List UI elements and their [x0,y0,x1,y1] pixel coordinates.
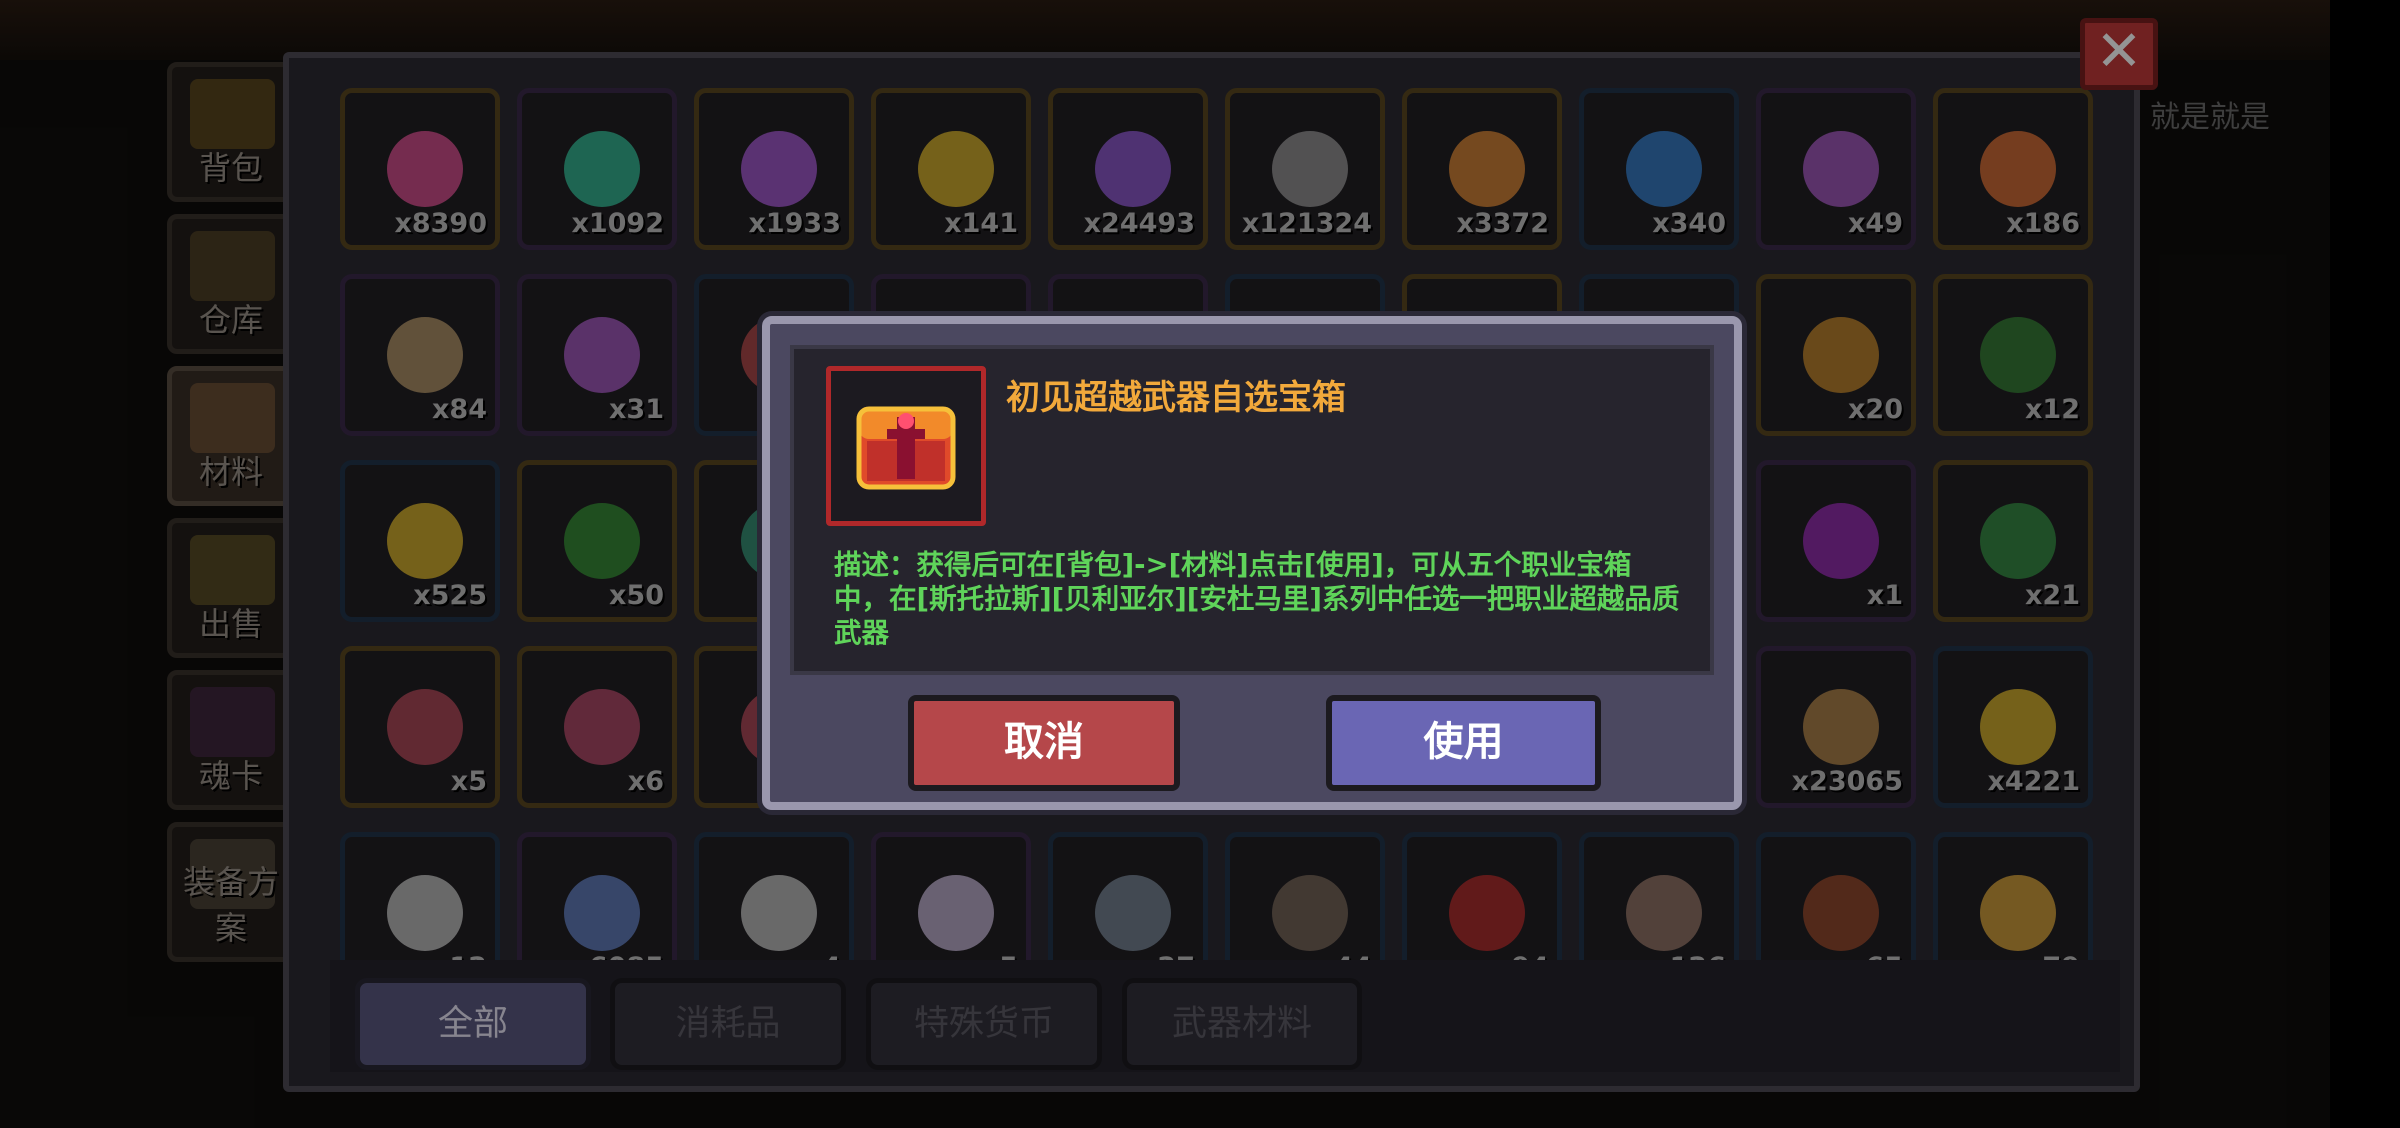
use-button[interactable]: 使用 [1326,695,1601,791]
item-preview [826,366,986,526]
treasure-chest-icon [856,406,956,490]
cancel-button[interactable]: 取消 [908,695,1180,791]
screen-edge [2330,0,2400,1128]
item-title: 初见超越武器自选宝箱 [1006,378,1346,418]
item-description: 描述：获得后可在[背包]->[材料]点击[使用]，可从五个职业宝箱中，在[斯托拉… [834,549,1680,649]
